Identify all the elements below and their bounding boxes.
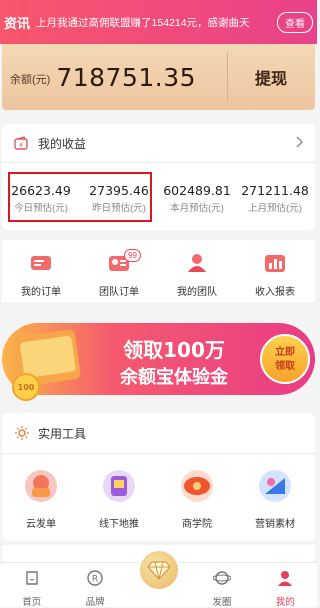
tool-label: 营销素材: [255, 519, 295, 530]
tab-profile[interactable]: 我的: [254, 563, 317, 608]
stat-last-month[interactable]: 271211.48 上月预估(元): [236, 183, 314, 214]
stat-label: 本月预估(元): [170, 203, 224, 214]
menu-item-my-orders[interactable]: 我的订单: [2, 240, 80, 302]
brand-icon: R: [87, 570, 103, 586]
center-diamond-button[interactable]: [137, 548, 181, 592]
stat-value: 602489.81: [163, 183, 231, 198]
stat-value: 271211.48: [241, 183, 309, 198]
menu-label: 我的团队: [177, 287, 217, 298]
tool-marketing-material[interactable]: 营销素材: [236, 468, 314, 530]
tools-card: 实用工具 云发单 线下地推 商学院 营销素材: [2, 413, 315, 541]
svg-text:R: R: [92, 575, 98, 585]
highlight-box: [8, 172, 152, 222]
promo-banner[interactable]: 100 领取100万 余额宝体验金 立即 领取: [2, 315, 315, 401]
tool-cloud-publish[interactable]: 云发单: [2, 468, 80, 530]
tab-moments[interactable]: 发圈: [190, 563, 253, 608]
quick-menu: 我的订单 99 团队订单 我的团队 收入报表: [2, 240, 315, 302]
chevron-right-icon: [296, 136, 303, 148]
svg-text:¥: ¥: [19, 142, 23, 149]
tab-home[interactable]: 首页: [0, 563, 63, 608]
menu-label: 团队订单: [99, 287, 139, 298]
wallet-icon: ¥: [14, 136, 28, 150]
marketing-material-icon: [259, 470, 291, 502]
cloud-publish-icon: [25, 470, 57, 502]
lightbulb-icon: [15, 426, 29, 440]
menu-label: 收入报表: [255, 287, 295, 298]
news-tag: 资讯: [4, 15, 31, 31]
home-icon: [25, 571, 38, 585]
view-news-button[interactable]: 查看: [277, 11, 313, 33]
banner-button-line2: 领取: [275, 359, 296, 372]
offline-promo-icon: [103, 470, 135, 502]
balance-value: 718751.35: [56, 62, 197, 92]
tool-offline-promo[interactable]: 线下地推: [80, 468, 158, 530]
balance-card: 余额(元) 718751.35 提现: [2, 44, 315, 110]
menu-item-my-team[interactable]: 我的团队: [158, 240, 236, 302]
banner-subline: 余额宝体验金: [119, 366, 229, 388]
stat-this-month[interactable]: 602489.81 本月预估(元): [158, 183, 236, 214]
badge-count: 99: [124, 249, 141, 262]
menu-item-team-orders[interactable]: 99 团队订单: [80, 240, 158, 302]
tool-label: 云发单: [26, 519, 56, 530]
banner-button-line1: 立即: [275, 345, 295, 358]
balance-label: 余额(元): [10, 74, 51, 86]
earnings-title: 我的收益: [38, 136, 87, 151]
tools-header: 实用工具: [2, 413, 315, 454]
banner-headline: 领取100万: [123, 338, 225, 362]
tool-academy[interactable]: 商学院: [158, 468, 236, 530]
report-icon: [265, 255, 285, 272]
profile-icon: [278, 571, 293, 586]
banner-coin-text: 100: [18, 383, 35, 392]
withdraw-button[interactable]: 提现: [227, 44, 315, 110]
menu-item-income-report[interactable]: 收入报表: [236, 240, 314, 302]
news-ticker-text[interactable]: 上月我通过高佣联盟赚了154214元，感谢曲天: [36, 15, 273, 30]
academy-icon: [181, 470, 213, 502]
tools-row: 云发单 线下地推 商学院 营销素材: [2, 454, 315, 530]
menu-label: 我的订单: [21, 287, 61, 298]
tab-brand[interactable]: R 品牌: [63, 563, 126, 608]
stat-label: 上月预估(元): [248, 203, 302, 214]
team-icon: [188, 254, 206, 272]
news-bar: 资讯 上月我通过高佣联盟赚了154214元，感谢曲天 查看: [0, 0, 317, 44]
diamond-icon: [147, 561, 171, 580]
order-icon: [31, 256, 51, 270]
tool-label: 商学院: [182, 519, 212, 530]
moments-icon: [212, 571, 232, 585]
tools-title: 实用工具: [38, 426, 87, 441]
tool-label: 线下地推: [99, 519, 139, 530]
earnings-header[interactable]: ¥ 我的收益: [2, 124, 315, 163]
